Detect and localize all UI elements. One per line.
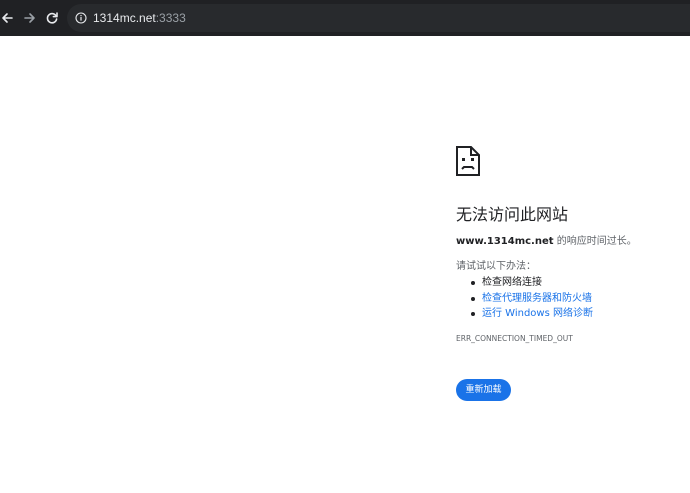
error-domain: www.1314mc.net [456, 236, 554, 247]
suggestions-list: 检查网络连接 检查代理服务器和防火墙 运行 Windows 网络诊断 [456, 275, 593, 322]
forward-button[interactable] [19, 7, 41, 29]
reload-icon [45, 11, 59, 25]
error-code: ERR_CONNECTION_TIMED_OUT [456, 334, 573, 343]
info-icon [75, 9, 87, 28]
address-bar[interactable]: 1314mc.net:3333 [67, 4, 690, 32]
back-button[interactable] [0, 7, 18, 29]
sad-document-icon [456, 146, 480, 180]
list-item: 检查网络连接 [456, 275, 593, 291]
reload-button[interactable]: 重新加载 [456, 379, 511, 401]
error-summary: www.1314mc.net 的响应时间过长。 [456, 235, 637, 249]
browser-toolbar: 1314mc.net:3333 [0, 0, 690, 36]
error-summary-text: 的响应时间过长。 [553, 236, 637, 247]
site-info-button[interactable] [73, 10, 89, 26]
list-item: 运行 Windows 网络诊断 [456, 306, 593, 322]
url-port: :3333 [155, 11, 186, 25]
bullet-icon [471, 312, 475, 316]
arrow-left-icon [0, 11, 14, 25]
suggestions-heading: 请试试以下办法： [456, 261, 536, 272]
url-host: 1314mc.net [93, 11, 156, 25]
reload-toolbar-button[interactable] [41, 7, 63, 29]
list-item: 检查代理服务器和防火墙 [456, 291, 593, 307]
url-text[interactable]: 1314mc.net:3333 [93, 10, 186, 26]
bullet-icon [471, 281, 475, 285]
link-windows-network-diagnostics[interactable]: 运行 Windows 网络诊断 [482, 308, 593, 319]
error-title: 无法访问此网站 [456, 205, 569, 224]
bullet-icon [471, 296, 475, 301]
suggestion-check-network: 检查网络连接 [482, 277, 542, 288]
arrow-right-icon [23, 11, 37, 25]
link-check-proxy-firewall[interactable]: 检查代理服务器和防火墙 [482, 293, 592, 304]
